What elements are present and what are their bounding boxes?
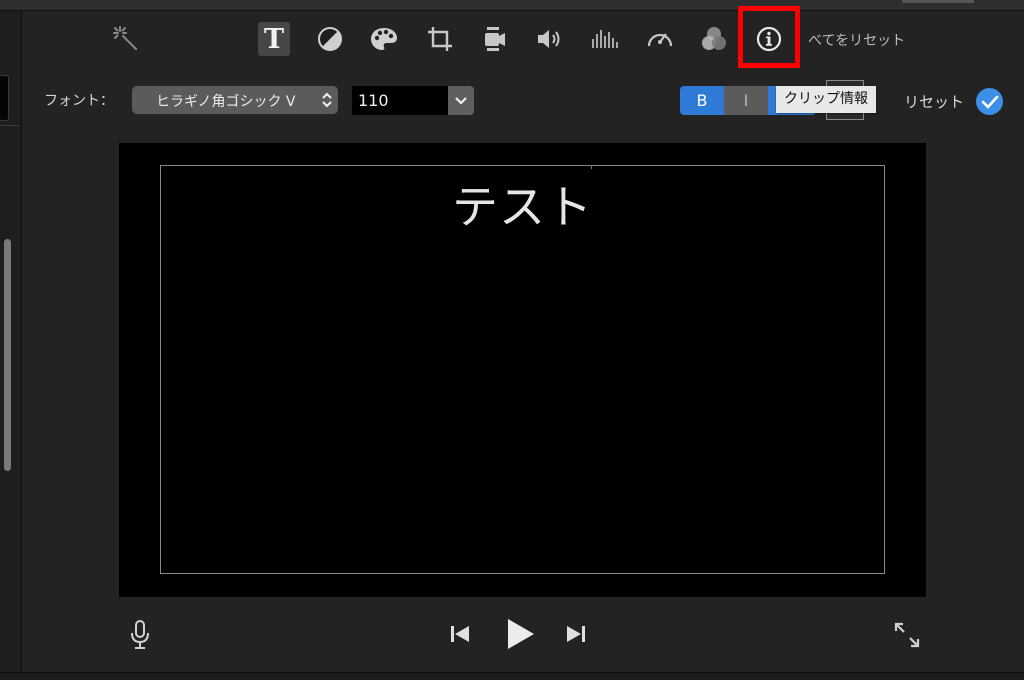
- color-balance-icon: [318, 27, 342, 51]
- checkmark-icon: [981, 95, 998, 109]
- font-size-input[interactable]: 110: [352, 86, 448, 115]
- equalizer-icon: [592, 30, 618, 48]
- speaker-icon: [538, 30, 560, 48]
- clip-filter-button[interactable]: [698, 22, 730, 56]
- play-button[interactable]: [500, 614, 540, 654]
- camera-stabilize-icon: [485, 27, 505, 51]
- enhance-button[interactable]: [110, 22, 142, 56]
- video-viewer[interactable]: テスト: [119, 143, 926, 597]
- speed-button[interactable]: [644, 22, 676, 56]
- palette-icon: [371, 28, 397, 50]
- crop-button[interactable]: [424, 22, 456, 56]
- apply-button[interactable]: [976, 88, 1003, 115]
- clip-info-tooltip: クリップ情報: [776, 86, 876, 113]
- top-edge: [0, 0, 1024, 11]
- stabilization-button[interactable]: [478, 22, 510, 56]
- bottom-edge: [0, 672, 1024, 680]
- volume-button[interactable]: [534, 22, 566, 56]
- font-label: フォント：: [44, 93, 114, 109]
- sidebar-divider: [0, 125, 20, 126]
- skip-back-icon: [451, 626, 469, 642]
- font-select-value: ヒラギノ角ゴシック V: [156, 94, 296, 110]
- fullscreen-icon: [894, 622, 920, 648]
- top-edge-knob: [902, 0, 974, 3]
- italic-button[interactable]: I: [724, 86, 768, 115]
- microphone-icon: [131, 620, 149, 649]
- reset-all-button[interactable]: べてをリセット: [808, 30, 905, 50]
- sidebar-field[interactable]: [0, 75, 9, 121]
- voiceover-button[interactable]: [126, 618, 154, 652]
- reset-button[interactable]: リセット: [904, 91, 964, 112]
- skip-back-button[interactable]: [446, 620, 474, 648]
- left-sidebar: [0, 11, 22, 673]
- color-balance-button[interactable]: [314, 22, 346, 56]
- chevron-down-icon: [455, 96, 467, 105]
- bold-button[interactable]: B: [680, 86, 724, 115]
- fullscreen-button[interactable]: [891, 619, 923, 651]
- center-marker: [591, 165, 592, 169]
- skip-forward-button[interactable]: [562, 620, 590, 648]
- imovie-window: T べてをリセット フォント： ヒラギノ角ゴシック V 110 B I クリップ…: [0, 0, 1024, 680]
- font-select[interactable]: ヒラギノ角ゴシック V: [132, 86, 338, 114]
- speedometer-icon: [647, 33, 673, 47]
- filter-circles-icon: [702, 27, 726, 50]
- font-size-dropdown[interactable]: [448, 86, 474, 115]
- magic-wand-icon: [113, 26, 137, 50]
- crop-icon: [428, 27, 452, 51]
- skip-forward-icon: [567, 626, 585, 642]
- color-correction-button[interactable]: [368, 22, 400, 56]
- play-icon: [508, 619, 534, 649]
- noise-reduction-button[interactable]: [588, 22, 620, 56]
- title-t-icon: T: [263, 23, 285, 55]
- info-highlight-box: [738, 6, 800, 68]
- sidebar-scrollbar[interactable]: [4, 239, 11, 471]
- up-down-arrows-icon: [322, 92, 332, 108]
- title-text[interactable]: テスト: [119, 171, 926, 237]
- title-button[interactable]: T: [258, 22, 290, 56]
